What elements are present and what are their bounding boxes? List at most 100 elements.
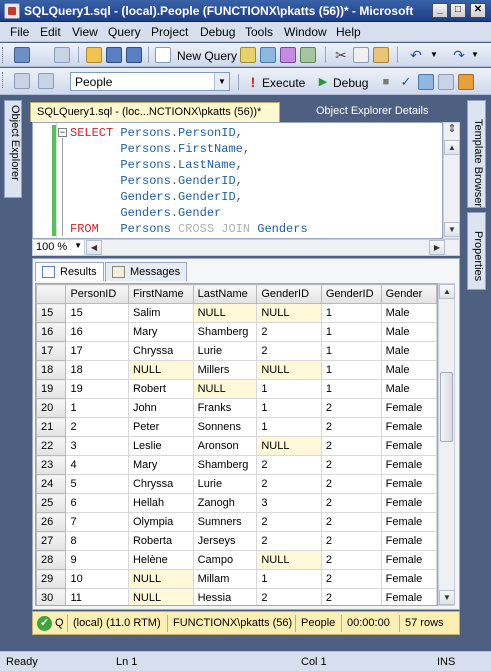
tab-object-explorer-details[interactable]: Object Explorer Details xyxy=(310,102,435,122)
table-cell[interactable]: Millers xyxy=(192,360,258,380)
table-cell[interactable]: Female xyxy=(380,474,437,494)
table-cell[interactable]: Franks xyxy=(192,398,258,418)
redo-icon[interactable]: ↷ xyxy=(451,47,467,63)
code-line[interactable]: Persons.LastName, xyxy=(70,157,242,173)
table-cell[interactable]: NULL xyxy=(127,588,194,605)
row-number[interactable]: 17 xyxy=(36,341,67,361)
table-row[interactable]: 22 3 Leslie Aronson NULL 2 Female xyxy=(36,436,437,456)
table-cell[interactable]: 1 xyxy=(320,379,382,399)
undo-icon[interactable]: ↶ xyxy=(408,47,424,63)
table-cell[interactable]: Peter xyxy=(127,417,194,437)
table-cell[interactable]: 2 xyxy=(320,550,382,570)
save-all-icon[interactable] xyxy=(126,47,142,63)
table-row[interactable]: 19 19 Robert NULL 1 1 Male xyxy=(36,379,437,399)
results-to-grid-icon[interactable] xyxy=(458,74,474,90)
table-cell[interactable]: 3 xyxy=(256,493,322,513)
table-row[interactable]: 20 1 John Franks 1 2 Female xyxy=(36,398,437,418)
table-row[interactable]: 16 16 Mary Shamberg 2 1 Male xyxy=(36,322,437,342)
table-cell[interactable]: 16 xyxy=(65,322,129,342)
table-cell[interactable]: 2 xyxy=(256,512,322,532)
close-button[interactable]: ✕ xyxy=(470,3,486,18)
editor-vertical-scrollbar[interactable]: ⇕ ▲ ▼ xyxy=(443,122,460,239)
table-cell[interactable]: 2 xyxy=(320,569,382,589)
table-cell[interactable]: 2 xyxy=(320,474,382,494)
table-cell[interactable]: 17 xyxy=(65,341,129,361)
table-cell[interactable]: Chryssa xyxy=(127,474,194,494)
table-cell[interactable]: NULL xyxy=(192,303,258,323)
table-row[interactable]: 28 9 Helène Campo NULL 2 Female xyxy=(36,550,437,570)
row-number[interactable]: 28 xyxy=(36,550,67,570)
toolbar-grip[interactable] xyxy=(2,47,5,63)
table-cell[interactable]: Mary xyxy=(127,322,194,342)
table-row[interactable]: 15 15 Salim NULL NULL 1 Male xyxy=(36,303,437,323)
table-cell[interactable]: 2 xyxy=(256,455,322,475)
table-row[interactable]: 30 11 NULL Hessia 2 2 Female xyxy=(36,588,437,605)
app-icon[interactable] xyxy=(4,3,20,19)
table-cell[interactable]: 2 xyxy=(65,417,129,437)
database-select[interactable]: People ▼ xyxy=(70,72,230,91)
table-cell[interactable]: 2 xyxy=(256,474,322,494)
table-cell[interactable]: NULL xyxy=(256,436,322,456)
new-project-icon[interactable] xyxy=(14,47,30,63)
row-number[interactable]: 29 xyxy=(36,569,67,589)
table-cell[interactable]: NULL xyxy=(256,360,322,380)
table-cell[interactable]: 1 xyxy=(256,379,322,399)
table-cell[interactable]: 15 xyxy=(65,303,129,323)
table-cell[interactable]: Shamberg xyxy=(192,322,258,342)
paste-icon[interactable] xyxy=(373,47,389,63)
parse-icon[interactable]: ✓ xyxy=(398,74,414,90)
table-cell[interactable]: Helène xyxy=(127,550,194,570)
table-cell[interactable]: Female xyxy=(380,512,437,532)
table-cell[interactable]: 1 xyxy=(256,398,322,418)
query-editor[interactable]: − SELECT Persons.PersonID, Persons.First… xyxy=(32,122,443,239)
column-header[interactable]: LastName xyxy=(192,284,258,304)
table-row[interactable]: 21 2 Peter Sonnens 1 2 Female xyxy=(36,417,437,437)
template-browser-tab[interactable]: Template Browser xyxy=(467,100,486,208)
table-cell[interactable]: 2 xyxy=(320,398,382,418)
table-cell[interactable]: Salim xyxy=(127,303,194,323)
table-cell[interactable]: 1 xyxy=(320,322,382,342)
table-row[interactable]: 17 17 Chryssa Lurie 2 1 Male xyxy=(36,341,437,361)
table-cell[interactable]: Lurie xyxy=(192,474,258,494)
row-number[interactable]: 20 xyxy=(36,398,67,418)
table-cell[interactable]: 5 xyxy=(65,474,129,494)
row-number[interactable]: 23 xyxy=(36,455,67,475)
scroll-left-icon[interactable]: ◀ xyxy=(86,240,102,255)
scrollbar-thumb[interactable] xyxy=(440,372,453,442)
display-plan-icon[interactable] xyxy=(418,74,434,90)
scroll-up-icon[interactable]: ▲ xyxy=(444,140,460,155)
analysis-query-icon[interactable] xyxy=(300,47,316,63)
column-header[interactable]: Gender xyxy=(380,284,437,304)
object-explorer-tab[interactable]: Object Explorer xyxy=(4,100,22,198)
table-cell[interactable]: Shamberg xyxy=(192,455,258,475)
table-cell[interactable]: 2 xyxy=(320,436,382,456)
column-header[interactable]: GenderID xyxy=(320,284,382,304)
table-cell[interactable]: 2 xyxy=(256,531,322,551)
menu-view[interactable]: View xyxy=(72,25,98,39)
table-cell[interactable]: Male xyxy=(380,322,437,342)
table-cell[interactable]: Olympia xyxy=(127,512,194,532)
row-number[interactable]: 27 xyxy=(36,531,67,551)
column-header[interactable]: FirstName xyxy=(127,284,194,304)
table-row[interactable]: 18 18 NULL Millers NULL 1 Male xyxy=(36,360,437,380)
table-cell[interactable]: Female xyxy=(380,588,437,605)
table-cell[interactable]: NULL xyxy=(256,550,322,570)
table-cell[interactable]: 1 xyxy=(256,417,322,437)
table-cell[interactable]: Female xyxy=(380,398,437,418)
table-cell[interactable]: 7 xyxy=(65,512,129,532)
table-cell[interactable]: 6 xyxy=(65,493,129,513)
execute-button[interactable]: Execute xyxy=(262,76,305,90)
toolbar-grip[interactable] xyxy=(2,72,5,88)
table-cell[interactable]: Male xyxy=(380,360,437,380)
table-cell[interactable]: 2 xyxy=(320,493,382,513)
open-folder-icon[interactable] xyxy=(86,47,102,63)
cut-icon[interactable]: ✂ xyxy=(333,47,349,63)
code-line[interactable]: Genders.GenderID, xyxy=(70,189,242,205)
row-number[interactable]: 22 xyxy=(36,436,67,456)
grid-vertical-scrollbar[interactable]: ▲ ▼ xyxy=(438,283,455,606)
debug-button[interactable]: Debug xyxy=(333,76,368,90)
table-cell[interactable]: 10 xyxy=(65,569,129,589)
row-number[interactable]: 15 xyxy=(36,303,67,323)
table-cell[interactable]: 18 xyxy=(65,360,129,380)
table-cell[interactable]: 2 xyxy=(256,588,322,605)
